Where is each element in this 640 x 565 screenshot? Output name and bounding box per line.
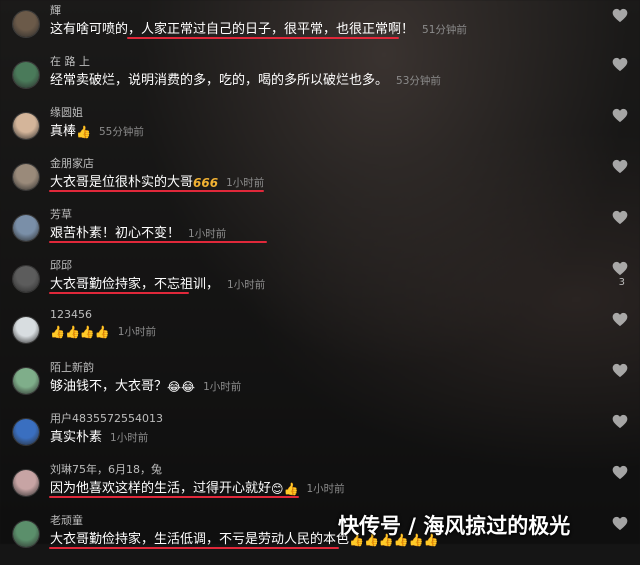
comment-item[interactable]: 123456 👍👍👍👍 1小时前 [0,308,640,361]
like-count: 3 [618,277,625,288]
comment-item[interactable]: 邱邱大衣哥勤俭持家，不忘祖训， 1小时前 [0,259,640,310]
like-heart-icon[interactable] [612,108,628,123]
comment-item[interactable]: 刘琳75年，6月18，兔因为他喜欢这样的生活，过得开心就好😊👍 1小时前 [0,463,640,514]
comment-text-line: 真实朴素 1小时前 [50,426,148,445]
like-heart-icon[interactable] [612,210,628,225]
like-heart-icon[interactable] [612,414,628,429]
comment-text: 大衣哥是位很朴实的大哥 [50,175,194,190]
comment-username[interactable]: 在 路 上 [50,53,90,69]
watermark: 快传号 / 海风掠过的极光 [338,514,571,538]
comment-text-line: 大衣哥勤俭持家，不忘祖训， 1小时前 [50,273,265,292]
comment-text-line: 👍👍👍👍 1小时前 [50,324,156,339]
comment-item[interactable]: 輝这有啥可喷的，人家正常过自己的日子，很平常，也很正常啊！ 51分钟前 [0,4,640,55]
comment-username[interactable]: 邱邱 [50,257,72,273]
comment-text: 艰苦朴素！初心不变！ [50,226,181,241]
comment-text-line: 经常卖破烂，说明消费的多，吃的，喝的多所以破烂也多。 53分钟前 [50,69,441,88]
comment-timestamp: 1小时前 [203,381,242,393]
comment-timestamp: 1小时前 [306,483,345,495]
highlight-underline [49,241,267,243]
avatar[interactable] [12,214,40,242]
emoji: 😂😂 [167,380,196,394]
comment-timestamp: 1小时前 [188,228,227,240]
comment-text: 大衣哥勤俭持家，生活低调，不亏是劳动人民的本色 [50,532,350,547]
like-heart-icon[interactable] [612,261,628,276]
comment-timestamp: 1小时前 [117,326,156,338]
comment-username[interactable]: 金朋家店 [50,155,94,171]
like-heart-icon[interactable] [612,465,628,480]
comment-text: 真实朴素 [50,430,103,445]
highlight-underline [49,292,189,294]
comment-item[interactable]: 用户4835572554013 真实朴素 1小时前 [0,412,640,463]
comment-text: 大衣哥勤俭持家，不忘祖训， [50,277,220,292]
comment-username[interactable]: 芳草 [50,206,72,222]
emoji: 👍 [76,125,91,139]
comment-text-line: 因为他喜欢这样的生活，过得开心就好😊👍 1小时前 [50,477,345,496]
comment-item[interactable]: 缘圆姐真棒👍 55分钟前 [0,106,640,157]
avatar[interactable] [12,265,40,293]
comment-timestamp: 1小时前 [226,177,265,189]
avatar[interactable] [12,367,40,395]
comment-text-line: 真棒👍 55分钟前 [50,120,144,139]
highlight-underline [49,496,299,498]
avatar[interactable] [12,61,40,89]
comment-username[interactable]: 缘圆姐 [50,104,83,120]
highlight-underline [49,190,264,192]
avatar[interactable] [12,469,40,497]
comment-timestamp: 1小时前 [110,432,149,444]
avatar[interactable] [12,10,40,38]
comment-username[interactable]: 老顽童 [50,512,83,528]
highlight-underline [127,37,399,39]
avatar[interactable] [12,163,40,191]
comment-text-line: 大衣哥是位很朴实的大哥666 1小时前 [50,171,264,190]
like-heart-icon[interactable] [612,312,628,327]
comment-username[interactable]: 輝 [50,2,61,18]
comment-username[interactable]: 陌上新韵 [50,359,94,375]
comment-text-line: 艰苦朴素！初心不变！ 1小时前 [50,222,226,241]
comment-timestamp: 55分钟前 [98,126,144,138]
emoji: 😊👍 [271,482,299,496]
emoji: 👍👍👍👍 [50,325,110,339]
avatar[interactable] [12,418,40,446]
emoji: 666 [193,176,219,190]
comment-text: 这有啥可喷的，人家正常过自己的日子，很平常，也很正常啊！ [50,22,415,37]
comment-username[interactable]: 刘琳75年，6月18，兔 [50,461,162,477]
comment-timestamp: 1小时前 [227,279,266,291]
comment-text: 够油钱不，大衣哥？ [50,379,168,394]
comment-item[interactable]: 在 路 上经常卖破烂，说明消费的多，吃的，喝的多所以破烂也多。 53分钟前 [0,55,640,106]
comment-item[interactable]: 芳草艰苦朴素！初心不变！ 1小时前 [0,208,640,259]
comment-text: 因为他喜欢这样的生活，过得开心就好 [50,481,272,496]
comment-item[interactable]: 陌上新韵够油钱不，大衣哥？😂😂 1小时前 [0,361,640,412]
highlight-underline [49,547,339,549]
comment-username[interactable]: 用户4835572554013 [50,410,163,426]
comment-text: 经常卖破烂，说明消费的多，吃的，喝的多所以破烂也多。 [50,73,389,88]
like-heart-icon[interactable] [612,8,628,23]
like-heart-icon[interactable] [612,159,628,174]
like-heart-icon[interactable] [612,363,628,378]
avatar[interactable] [12,316,40,344]
like-heart-icon[interactable] [612,516,628,531]
comment-item[interactable]: 金朋家店大衣哥是位很朴实的大哥666 1小时前 [0,157,640,208]
like-heart-icon[interactable] [612,57,628,72]
comment-timestamp: 53分钟前 [396,75,441,87]
avatar[interactable] [12,112,40,140]
comment-timestamp: 51分钟前 [422,24,467,36]
comment-username[interactable]: 123456 [50,308,92,321]
comment-text-line: 这有啥可喷的，人家正常过自己的日子，很平常，也很正常啊！ 51分钟前 [50,18,467,37]
comment-text-line: 够油钱不，大衣哥？😂😂 1小时前 [50,375,241,394]
comment-text: 真棒 [50,124,77,139]
